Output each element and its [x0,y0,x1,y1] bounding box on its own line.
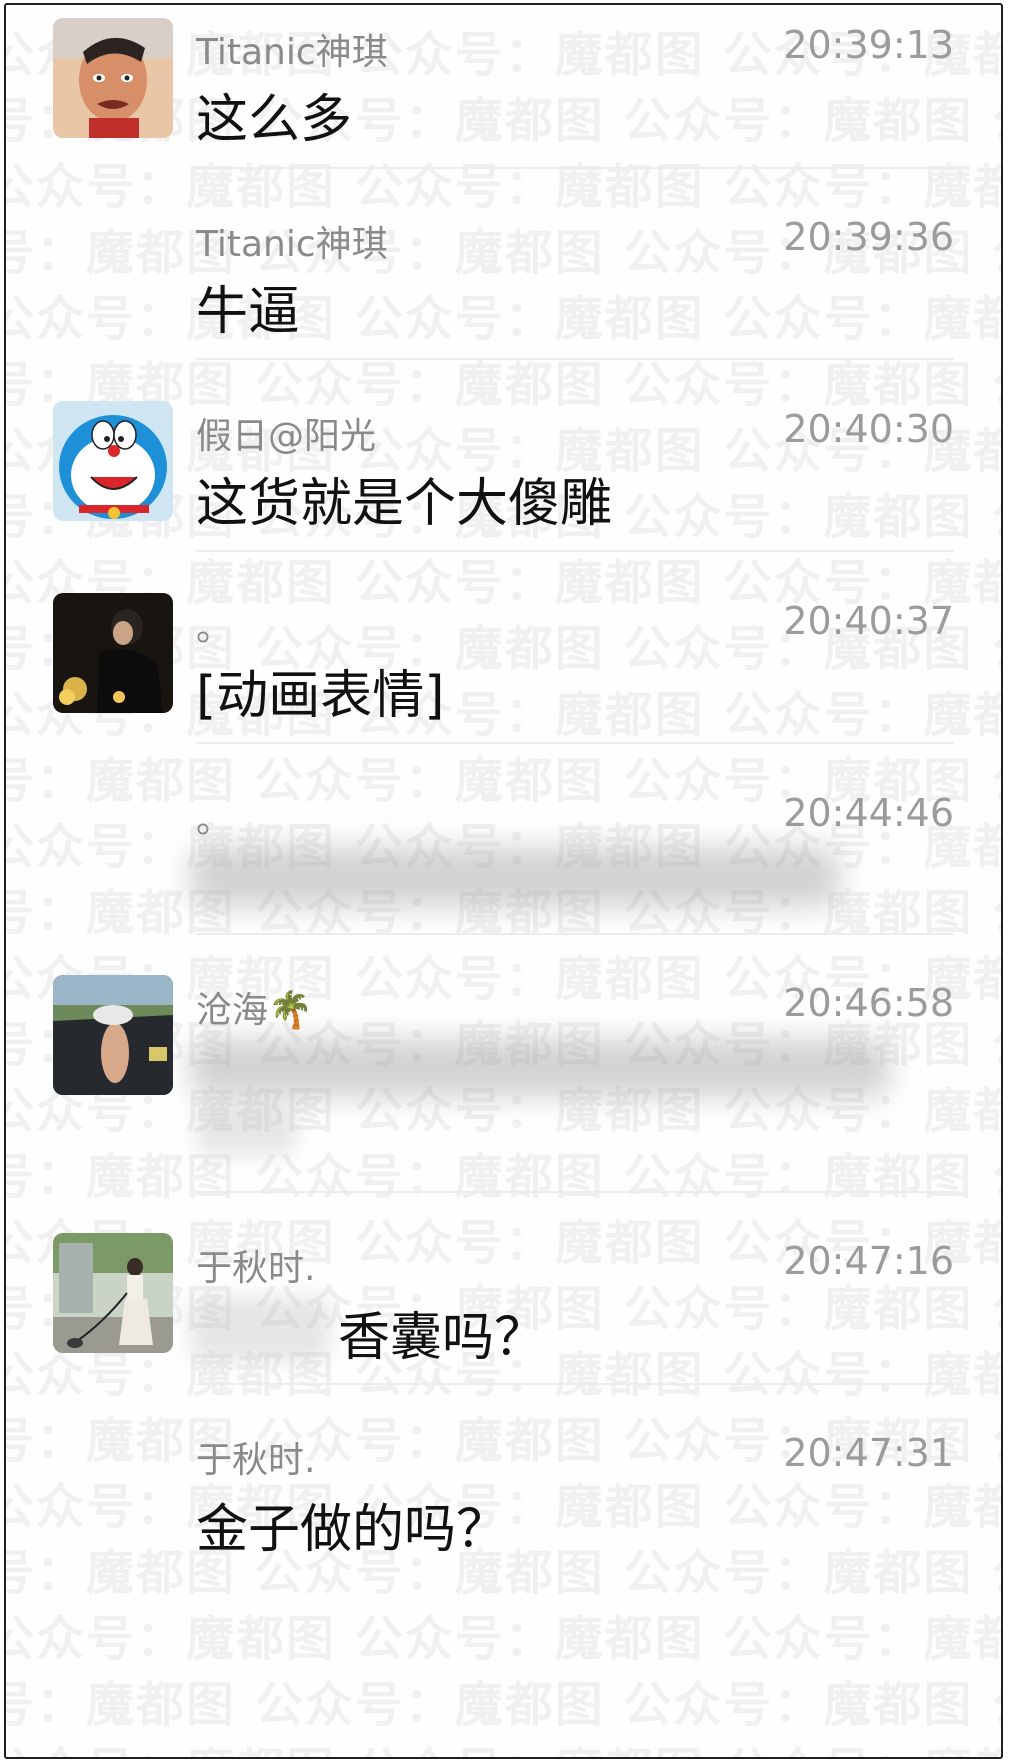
sender-name: 于秋时. [196,1440,316,1481]
doraemon-avatar-icon[interactable] [53,401,173,521]
message-divider [196,1383,954,1385]
chat-screenshot-frame: 公众号：魔都图 公众号：魔都图 公众号：魔都图 公众号：魔都图 公众号：魔都图 … [4,3,1003,1759]
redacted-message-text [190,1297,330,1361]
message-timestamp: 20:39:36 [783,215,954,259]
message-timestamp: 20:47:16 [783,1239,954,1283]
angry-man-avatar-icon[interactable] [53,18,173,138]
car-window-avatar-icon[interactable] [53,975,173,1095]
street-girl-avatar-icon[interactable] [53,1233,173,1353]
message-text[interactable]: 金子做的吗？ [196,1487,508,1562]
message-timestamp: 20:46:58 [783,981,954,1025]
watermark-text: 公众号：魔都图 公众号：魔都图 公众号：魔都图 公众号：魔都图 公众号：魔都图 [4,159,1001,215]
message-text[interactable]: [动画表情] [196,653,445,728]
redacted-message-text [190,847,840,907]
message-divider [196,358,954,360]
watermark-text: 公众号：魔都图 公众号：魔都图 公众号：魔都图 公众号：魔都图 公众号：魔都图 [6,1149,1001,1205]
sender-name: 。 [196,800,233,841]
message-timestamp: 20:47:31 [783,1431,954,1475]
watermark-text: 公众号：魔都图 公众号：魔都图 公众号：魔都图 公众号：魔都图 公众号：魔都图 [6,1677,1001,1733]
message-divider [196,933,954,935]
sender-name: Titanic神琪 [196,224,388,265]
watermark-text: 公众号：魔都图 公众号：魔都图 公众号：魔都图 公众号：魔都图 公众号：魔都图 [4,291,1001,347]
message-text[interactable]: 这么多 [196,77,352,152]
message-text[interactable]: 香囊吗？ [338,1295,546,1370]
message-timestamp: 20:40:30 [783,407,954,451]
message-timestamp: 20:39:13 [783,23,954,67]
sender-name: 沧海🌴 [196,990,313,1031]
message-divider [196,742,954,744]
redacted-message-text [190,1039,890,1097]
redacted-message-text [196,1105,296,1155]
message-text[interactable]: 牛逼 [196,269,300,344]
message-divider [196,550,954,552]
message-divider [196,1191,954,1193]
dark-photo-avatar-icon[interactable] [53,593,173,713]
sender-name: 于秋时. [196,1248,316,1289]
sender-name: Titanic神琪 [196,32,388,73]
sender-name: 。 [196,608,233,649]
watermark-text: 公众号：魔都图 公众号：魔都图 公众号：魔都图 公众号：魔都图 公众号：魔都图 [6,1731,1001,1757]
message-timestamp: 20:40:37 [783,599,954,643]
message-text[interactable]: 这货就是个大傻雕 [196,461,612,536]
message-timestamp: 20:44:46 [783,791,954,835]
watermark-text: 公众号：魔都图 公众号：魔都图 公众号：魔都图 公众号：魔都图 公众号：魔都图 [4,1611,1001,1667]
message-divider [196,167,954,169]
sender-name: 假日@阳光 [196,416,377,457]
